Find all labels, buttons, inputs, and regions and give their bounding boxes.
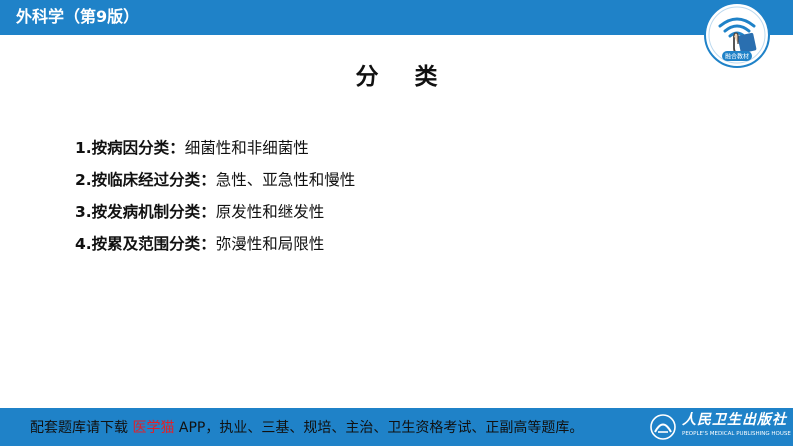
publisher-name-en: PEOPLE'S MEDICAL PUBLISHING HOUSE [682, 431, 791, 437]
list-item: 4.按累及范围分类：弥漫性和局限性 [75, 232, 355, 264]
item-term: 3.按发病机制分类 [75, 203, 201, 221]
header-title: 外科学（第9版） [16, 7, 140, 26]
logo-label: 融合教材 [725, 53, 749, 61]
item-term: 1.按病因分类 [75, 139, 170, 157]
footer-bar: 配套题库请下载 医学猫 APP，执业、三基、规培、主治、卫生资格考试、正副高等题… [0, 408, 793, 446]
wifi-hand-tap-icon: 融合教材 [704, 2, 770, 68]
header-bar: 外科学（第9版） [0, 0, 793, 35]
footer-text-after: APP，执业、三基、规培、主治、卫生资格考试、正副高等题库。 [174, 420, 584, 436]
item-description: 细菌性和非细菌性 [184, 139, 309, 157]
page-title: 分 类 [355, 64, 452, 90]
fusion-textbook-logo: 融合教材 [704, 2, 770, 68]
publisher-logo: 人民卫生出版社 PEOPLE'S MEDICAL PUBLISHING HOUS… [648, 411, 791, 443]
list-item: 1.按病因分类：细菌性和非细菌性 [75, 136, 355, 168]
item-description: 急性、亚急性和慢性 [215, 171, 356, 189]
item-term: 2.按临床经过分类 [75, 171, 201, 189]
publisher-name-cn: 人民卫生出版社 [682, 412, 787, 428]
classification-list: 1.按病因分类：细菌性和非细菌性 2.按临床经过分类：急性、亚急性和慢性 3.按… [75, 136, 355, 264]
list-item: 3.按发病机制分类：原发性和继发性 [75, 200, 355, 232]
item-term: 4.按累及范围分类 [75, 235, 201, 253]
item-separator: ： [200, 235, 216, 253]
footer-notice: 配套题库请下载 医学猫 APP，执业、三基、规培、主治、卫生资格考试、正副高等题… [30, 418, 583, 438]
publisher-logo-icon [650, 414, 676, 440]
item-description: 原发性和继发性 [215, 203, 325, 221]
item-description: 弥漫性和局限性 [215, 235, 325, 253]
item-separator: ： [169, 139, 185, 157]
app-name-link[interactable]: 医学猫 [132, 420, 174, 436]
item-separator: ： [200, 171, 216, 189]
footer-text-before: 配套题库请下载 [30, 420, 133, 436]
list-item: 2.按临床经过分类：急性、亚急性和慢性 [75, 168, 355, 200]
item-separator: ： [200, 203, 216, 221]
